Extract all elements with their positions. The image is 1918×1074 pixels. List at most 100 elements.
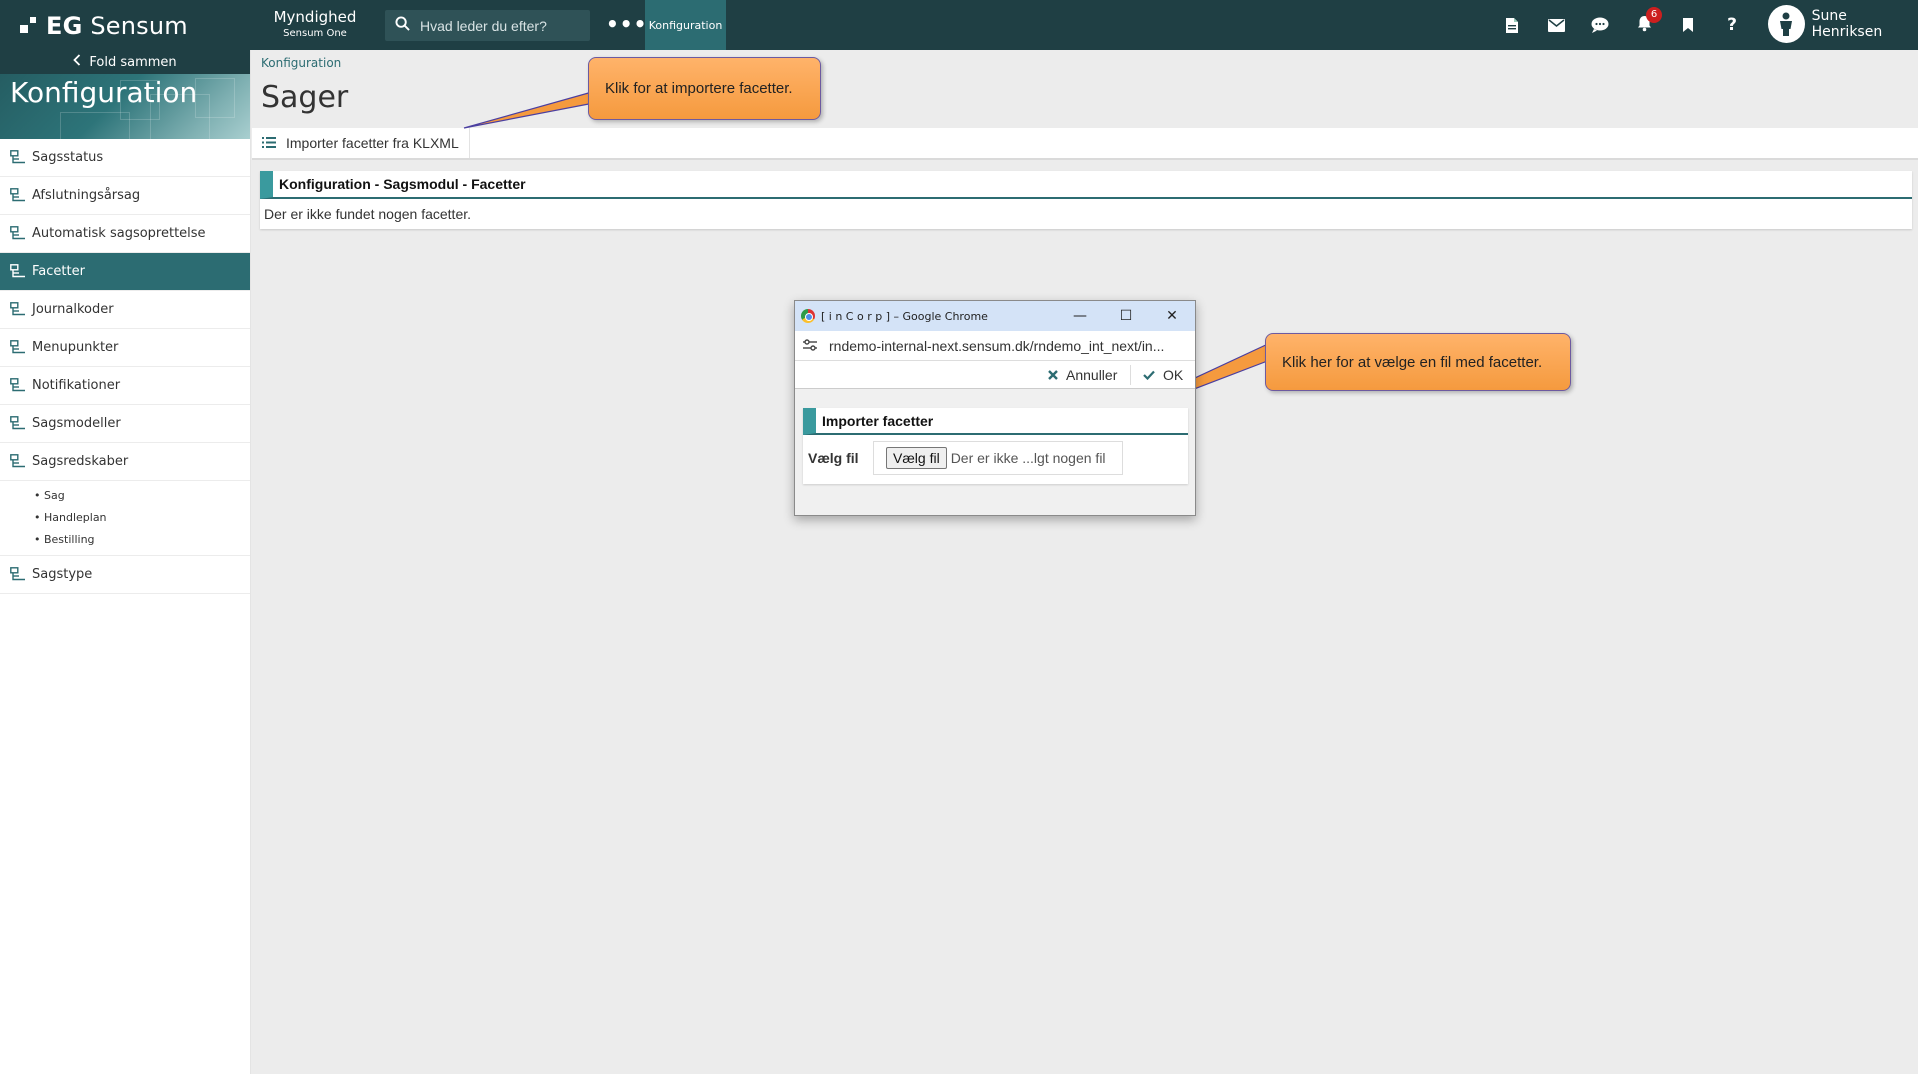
maximize-icon[interactable]: ☐: [1103, 301, 1149, 331]
sidebar-item-afslutningsårsag[interactable]: Afslutningsårsag: [0, 177, 250, 215]
choose-file-button[interactable]: Vælg fil: [886, 447, 947, 469]
sidebar-item-label: Facetter: [32, 264, 85, 279]
main-content: Konfiguration Sager Importer facetter fr…: [252, 50, 1918, 1074]
top-icon-bar: 6 ?: [1490, 0, 1754, 50]
tree-icon: [10, 150, 26, 165]
org-sub: Sensum One: [283, 28, 347, 39]
organization-selector[interactable]: Myndighed Sensum One: [262, 8, 368, 39]
sidebar: Fold sammen Konfiguration Sagsstatus Afsl…: [0, 50, 251, 1074]
sidebar-item-sagstype[interactable]: Sagstype: [0, 556, 250, 594]
tree-icon: [10, 264, 26, 279]
person-icon: [1780, 12, 1793, 36]
page-toolbar: Importer facetter fra KLXML: [252, 128, 1918, 160]
sagsredskaber-submenu: • Sag • Handleplan • Bestilling: [0, 481, 250, 556]
sidebar-item-sagsredskaber[interactable]: Sagsredskaber: [0, 443, 250, 481]
chrome-icon: [801, 309, 815, 323]
cancel-button[interactable]: Annuller: [1040, 361, 1125, 389]
sidebar-item-label: Afslutningsårsag: [32, 188, 141, 203]
file-row: Vælg fil Vælg fil Der er ikke ...lgt nog…: [803, 435, 1188, 481]
sidebar-item-label: Journalkoder: [32, 302, 114, 317]
sidebar-item-facetter[interactable]: Facetter: [0, 253, 250, 291]
sidebar-menu: Sagsstatus Afslutningsårsag Automatisk sag…: [0, 139, 250, 594]
tree-icon: [10, 416, 26, 431]
site-settings-icon[interactable]: [803, 338, 817, 354]
top-bar: EG Sensum Myndighed Sensum One ••• Konfi…: [0, 0, 1918, 50]
user-name: Sune Henriksen: [1811, 8, 1883, 40]
facets-panel-title: Konfiguration - Sagsmodul - Facetter: [260, 171, 1912, 199]
submenu-item[interactable]: • Bestilling: [34, 529, 250, 551]
sidebar-item-menupunkter[interactable]: Menupunkter: [0, 329, 250, 367]
logo-icon: [20, 17, 38, 35]
submenu-item[interactable]: • Sag: [34, 485, 250, 507]
import-facets-button[interactable]: Importer facetter fra KLXML: [252, 128, 470, 158]
facets-panel: Konfiguration - Sagsmodul - Facetter Der…: [260, 171, 1912, 229]
ok-button[interactable]: OK: [1135, 361, 1191, 389]
user-menu[interactable]: Sune Henriksen: [1768, 5, 1918, 43]
tree-icon: [10, 340, 26, 355]
bookmark-icon[interactable]: [1666, 0, 1710, 50]
tree-icon: [10, 226, 26, 241]
close-icon[interactable]: ✕: [1149, 301, 1195, 331]
popup-window-title: [ i n C o r p ] – Google Chrome: [821, 309, 988, 323]
popup-address-bar[interactable]: rndemo-internal-next.sensum.dk/rndemo_in…: [795, 331, 1195, 361]
notifications-button[interactable]: 6: [1622, 0, 1666, 50]
sidebar-item-label: Sagsstatus: [32, 150, 104, 165]
minimize-icon[interactable]: —: [1057, 301, 1103, 331]
logo[interactable]: EG Sensum: [20, 12, 188, 40]
org-name: Myndighed: [273, 8, 357, 26]
tree-icon: [10, 378, 26, 393]
tree-icon: [10, 567, 26, 582]
submenu-item[interactable]: • Handleplan: [34, 507, 250, 529]
file-input[interactable]: Vælg fil Der er ikke ...lgt nogen fil: [873, 441, 1123, 475]
sidebar-item-label: Notifikationer: [32, 378, 121, 393]
tab-konfiguration[interactable]: Konfiguration: [645, 0, 726, 50]
search-icon: [395, 16, 410, 35]
sidebar-item-sagsstatus[interactable]: Sagsstatus: [0, 139, 250, 177]
more-menu-button[interactable]: •••: [606, 12, 647, 36]
import-popup-window: [ i n C o r p ] – Google Chrome — ☐ ✕ rn…: [794, 300, 1196, 516]
sidebar-item-label: Sagstype: [32, 567, 93, 582]
callout-file-hint: Klik her for at vælge en fil med facette…: [1265, 333, 1571, 391]
collapse-sidebar-button[interactable]: Fold sammen: [0, 50, 250, 74]
cancel-label: Annuller: [1066, 367, 1118, 383]
facets-empty-message: Der er ikke fundet nogen facetter.: [264, 206, 472, 222]
check-icon: [1143, 367, 1155, 383]
tree-icon: [10, 302, 26, 317]
sidebar-item-label: Menupunkter: [32, 340, 119, 355]
popup-toolbar: Annuller OK: [795, 361, 1195, 389]
avatar: [1768, 5, 1805, 43]
help-icon[interactable]: ?: [1710, 0, 1754, 50]
sidebar-item-label: Automatisk sagsoprettelse: [32, 226, 206, 241]
list-icon: [262, 135, 276, 151]
logo-text: EG Sensum: [46, 12, 188, 40]
file-status: Der er ikke ...lgt nogen fil: [950, 450, 1106, 466]
tree-icon: [10, 188, 26, 203]
callout-import-hint: Klik for at importere facetter.: [588, 57, 821, 120]
breadcrumb[interactable]: Konfiguration: [261, 56, 341, 70]
search-box[interactable]: [385, 10, 590, 41]
sidebar-item-journalkoder[interactable]: Journalkoder: [0, 291, 250, 329]
tree-icon: [10, 454, 26, 469]
chevron-left-icon: [73, 54, 81, 70]
sidebar-header: Konfiguration: [0, 74, 250, 139]
import-facets-panel: Importer facetter Vælg fil Vælg fil Der …: [803, 408, 1188, 484]
window-controls: — ☐ ✕: [1057, 301, 1195, 331]
import-facets-label: Importer facetter fra KLXML: [286, 135, 459, 151]
import-facets-title: Importer facetter: [803, 408, 1188, 435]
file-field-label: Vælg fil: [808, 450, 859, 466]
document-icon[interactable]: [1490, 0, 1534, 50]
chat-icon[interactable]: [1578, 0, 1622, 50]
sidebar-item-notifikationer[interactable]: Notifikationer: [0, 367, 250, 405]
close-x-icon: [1048, 367, 1058, 383]
ok-label: OK: [1163, 367, 1184, 383]
toolbar-divider: [1130, 365, 1131, 385]
page-title: Sager: [261, 80, 349, 115]
mail-icon[interactable]: [1534, 0, 1578, 50]
sidebar-item-label: Sagsredskaber: [32, 454, 129, 469]
popup-url: rndemo-internal-next.sensum.dk/rndemo_in…: [829, 337, 1165, 354]
sidebar-item-sagsmodeller[interactable]: Sagsmodeller: [0, 405, 250, 443]
search-input[interactable]: [420, 17, 580, 34]
sidebar-item-automatisk-sagsoprettelse[interactable]: Automatisk sagsoprettelse: [0, 215, 250, 253]
popup-title-bar[interactable]: [ i n C o r p ] – Google Chrome — ☐ ✕: [795, 301, 1195, 331]
collapse-label: Fold sammen: [89, 54, 177, 70]
